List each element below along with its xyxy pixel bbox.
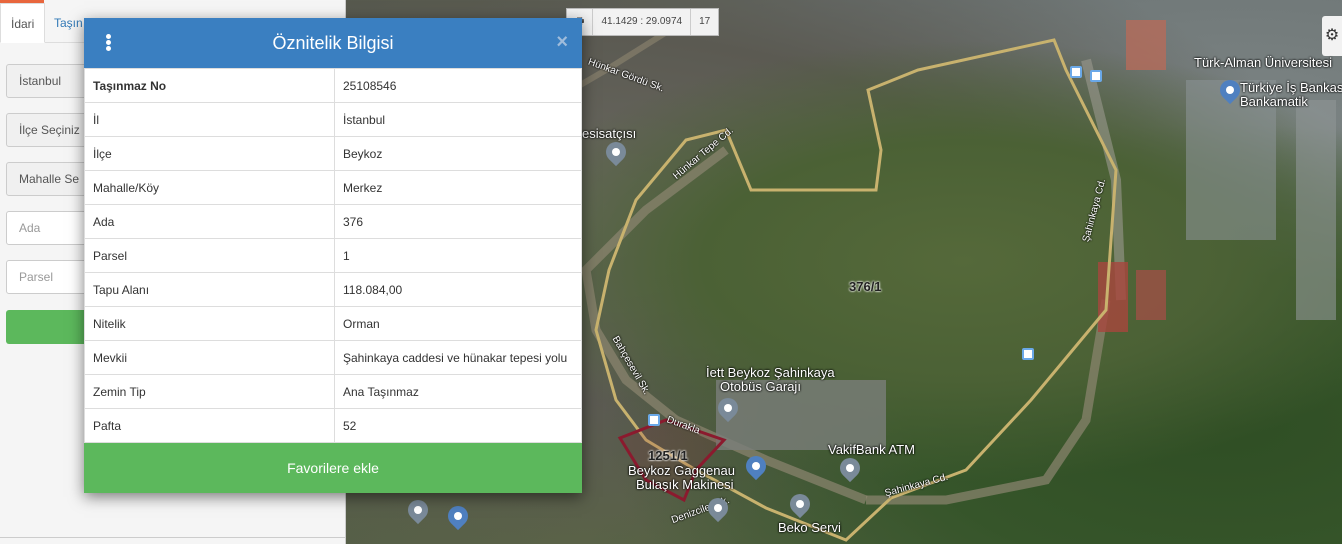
- attribute-value: Merkez: [334, 170, 582, 205]
- map-label-satici: esisatçısı: [582, 126, 637, 141]
- attribute-info-modal: Öznitelik Bilgisi × Taşınmaz No 25108546 …: [84, 18, 582, 493]
- attribute-key: Ada: [84, 204, 335, 239]
- close-icon[interactable]: ×: [556, 31, 568, 53]
- map-label-gaggenau-2: Bulaşık Makinesi: [636, 477, 734, 492]
- divider: [0, 537, 346, 538]
- bus-stop-icon[interactable]: [1022, 348, 1034, 360]
- attribute-value: Şahinkaya caddesi ve hünakar tepesi yolu: [334, 340, 582, 375]
- map-label-garage-2: Otobüs Garajı: [720, 379, 801, 394]
- attribute-value: 376: [334, 204, 582, 239]
- bus-stop-icon[interactable]: [648, 414, 660, 426]
- table-row: Zemin Tip Ana Taşınmaz: [84, 374, 582, 409]
- attribute-key: İlçe: [84, 136, 335, 171]
- attribute-value: 1: [334, 238, 582, 273]
- zoom-level: 17: [690, 9, 718, 35]
- gear-icon[interactable]: ⚙: [1322, 16, 1342, 56]
- tab-idari[interactable]: İdari: [0, 3, 46, 43]
- attribute-key: Pafta: [84, 408, 335, 443]
- bus-stop-icon[interactable]: [1090, 70, 1102, 82]
- attribute-key: Taşınmaz No: [84, 68, 335, 103]
- table-row: Mahalle/Köy Merkez: [84, 170, 582, 205]
- map-label-vakifbank: VakifBank ATM: [828, 442, 915, 457]
- map-label-gaggenau-1: Beykoz Gaggenau: [628, 463, 735, 478]
- table-row: Taşınmaz No 25108546: [84, 68, 582, 103]
- table-row: Ada 376: [84, 204, 582, 239]
- attribute-key: Nitelik: [84, 306, 335, 341]
- bus-stop-icon[interactable]: [1070, 66, 1082, 78]
- attribute-value: 118.084,00: [334, 272, 582, 307]
- attribute-key: Zemin Tip: [84, 374, 335, 409]
- attribute-key: Parsel: [84, 238, 335, 273]
- table-row: Parsel 1: [84, 238, 582, 273]
- attribute-key: Mahalle/Köy: [84, 170, 335, 205]
- parcel-label-small: 1251/1: [648, 448, 688, 463]
- map-toolbar: 🖶 41.1429 : 29.0974 17: [566, 8, 720, 36]
- attribute-table: Taşınmaz No 25108546 İl İstanbul İlçe Beyko…: [84, 68, 582, 443]
- table-row: Mevkii Şahinkaya caddesi ve hünakar tepes…: [84, 340, 582, 375]
- attribute-value: 25108546: [334, 68, 582, 103]
- map-label-university: Türk-Alman Üniversitesi: [1194, 55, 1332, 70]
- add-to-favorites-button[interactable]: Favorilere ekle: [84, 443, 582, 493]
- attribute-value: İstanbul: [334, 102, 582, 137]
- coordinate-readout: 41.1429 : 29.0974: [592, 9, 690, 35]
- table-row: Pafta 52: [84, 408, 582, 443]
- parcel-label-main: 376/1: [849, 279, 882, 294]
- attribute-key: Mevkii: [84, 340, 335, 375]
- map-label-bank-2: Bankamatik: [1240, 94, 1308, 109]
- attribute-value: 52: [334, 408, 582, 443]
- modal-header: Öznitelik Bilgisi ×: [84, 18, 582, 68]
- map-label-beko: Beko Servi: [778, 520, 841, 535]
- attribute-key: Tapu Alanı: [84, 272, 335, 307]
- map-label-bank-1: Türkiye İş Bankası: [1240, 80, 1342, 95]
- table-row: İl İstanbul: [84, 102, 582, 137]
- attribute-value: Ana Taşınmaz: [334, 374, 582, 409]
- attribute-key: İl: [84, 102, 335, 137]
- table-row: İlçe Beykoz: [84, 136, 582, 171]
- map-label-garage-1: İett Beykoz Şahinkaya: [706, 365, 835, 380]
- table-row: Tapu Alanı 118.084,00: [84, 272, 582, 307]
- attribute-value: Orman: [334, 306, 582, 341]
- table-row: Nitelik Orman: [84, 306, 582, 341]
- modal-title: Öznitelik Bilgisi: [272, 33, 394, 53]
- attribute-value: Beykoz: [334, 136, 582, 171]
